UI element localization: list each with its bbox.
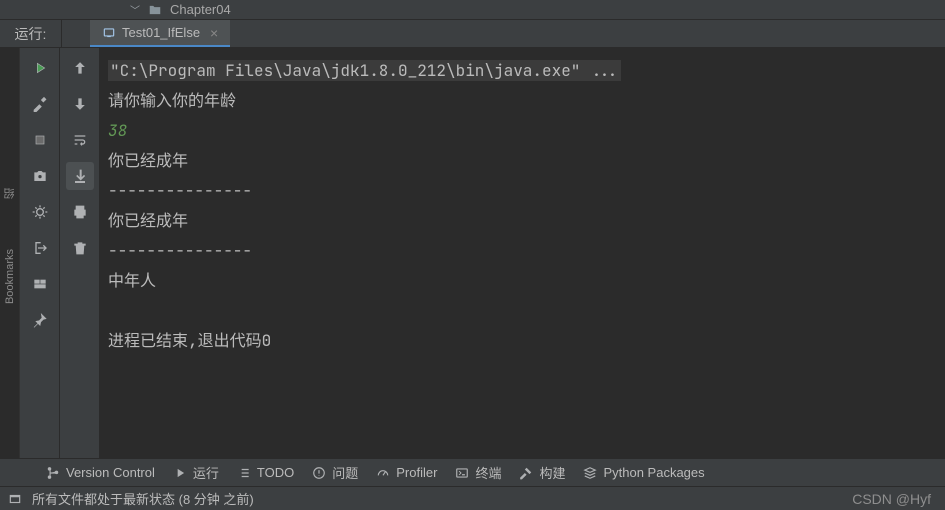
window-icon[interactable] (8, 492, 22, 506)
run-toolbar-col2 (60, 48, 100, 458)
console-output[interactable]: "C:\Program Files\Java\jdk1.8.0_212\bin\… (100, 48, 945, 458)
console-line: 你已经成年 (108, 150, 188, 171)
run-tab-row: 运行: Test01_IfElse × (0, 20, 945, 48)
print-button[interactable] (66, 198, 94, 226)
tool-terminal[interactable]: 终端 (455, 463, 501, 482)
tool-profiler-label: Profiler (396, 465, 437, 480)
watermark: CSDN @Hyf (852, 491, 931, 507)
delete-button[interactable] (66, 234, 94, 262)
stop-button[interactable] (26, 126, 54, 154)
side-tab-bookmarks[interactable]: Bookmarks (4, 249, 16, 304)
tool-build[interactable]: 构建 (519, 463, 565, 482)
down-button[interactable] (66, 90, 94, 118)
console-line: 中年人 (108, 270, 156, 291)
console-line: --------------- (108, 180, 252, 201)
run-toolbar-col1 (20, 48, 60, 458)
terminal-icon (455, 466, 469, 480)
hammer-icon (519, 466, 533, 480)
status-text: 所有文件都处于最新状态 (8 分钟 之前) (32, 489, 254, 508)
tool-todo-label: TODO (257, 465, 294, 480)
gauge-icon (376, 466, 390, 480)
play-icon (173, 466, 187, 480)
console-line: 请你输入你的年龄 (108, 90, 236, 111)
tool-version-control[interactable]: Version Control (46, 465, 155, 480)
run-tab[interactable]: Test01_IfElse × (90, 20, 230, 47)
console-line: 38 (108, 120, 127, 141)
wrap-button[interactable] (66, 126, 94, 154)
camera-button[interactable] (26, 162, 54, 190)
tool-run[interactable]: 运行 (173, 463, 219, 482)
tool-build-label: 构建 (539, 463, 565, 482)
list-icon (237, 466, 251, 480)
pin-button[interactable] (26, 306, 54, 334)
side-tab-label-0[interactable]: 绍 (2, 188, 18, 199)
bottom-toolbar: Version Control 运行 TODO 问题 Profiler 终端 构… (0, 458, 945, 486)
breadcrumb-bar: ﹀ Chapter04 (0, 0, 945, 20)
chevron-down-icon[interactable]: ﹀ (130, 2, 140, 17)
tool-terminal-label: 终端 (475, 463, 501, 482)
console-line: 你已经成年 (108, 210, 188, 231)
branch-icon (46, 466, 60, 480)
folder-icon (148, 3, 162, 17)
breadcrumb-item[interactable]: Chapter04 (170, 2, 231, 17)
console-line: 进程已结束,退出代码0 (108, 330, 271, 351)
tool-profiler[interactable]: Profiler (376, 465, 437, 480)
stack-icon (583, 466, 597, 480)
tool-run-label: 运行 (193, 463, 219, 482)
tool-todo[interactable]: TODO (237, 465, 294, 480)
up-button[interactable] (66, 54, 94, 82)
tool-problems[interactable]: 问题 (312, 463, 358, 482)
status-bar: 所有文件都处于最新状态 (8 分钟 之前) CSDN @Hyf (0, 486, 945, 510)
run-config-icon (102, 26, 116, 40)
console-command: "C:\Program Files\Java\jdk1.8.0_212\bin\… (108, 60, 621, 81)
layout-button[interactable] (26, 270, 54, 298)
exit-button[interactable] (26, 234, 54, 262)
run-toolwindow-label: 运行: (0, 20, 62, 47)
tool-version-control-label: Version Control (66, 465, 155, 480)
tool-python-packages[interactable]: Python Packages (583, 465, 704, 480)
rerun-button[interactable] (26, 54, 54, 82)
debug-button[interactable] (26, 198, 54, 226)
run-tab-title: Test01_IfElse (122, 25, 200, 40)
tool-python-packages-label: Python Packages (603, 465, 704, 480)
warning-icon (312, 466, 326, 480)
wrench-button[interactable] (26, 90, 54, 118)
tool-problems-label: 问题 (332, 463, 358, 482)
left-gutter: 绍 Bookmarks (0, 48, 20, 458)
console-line: --------------- (108, 240, 252, 261)
close-icon[interactable]: × (206, 25, 218, 41)
scroll-to-end-button[interactable] (66, 162, 94, 190)
